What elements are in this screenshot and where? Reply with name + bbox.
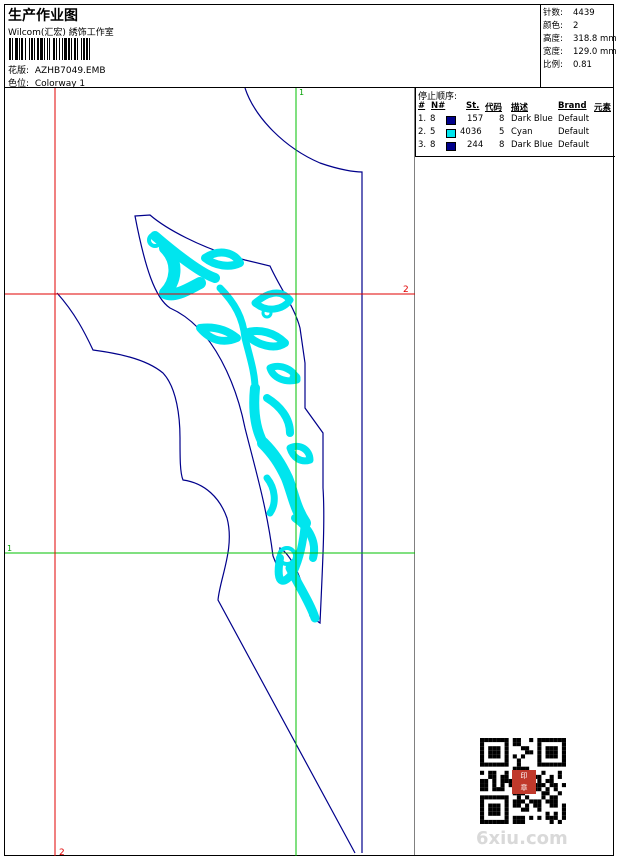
- header-info: 生产作业图 Wilcom(汇宏) 綉饰工作室 花版: AZHB7049.EMB …: [5, 5, 540, 89]
- col-desc: 描述: [511, 103, 529, 113]
- row-num: 2.: [418, 127, 427, 137]
- row-code: 5: [499, 127, 505, 137]
- spec-label: 颜色:: [543, 21, 563, 31]
- table-row: 3. 8 244 8 Dark Blue Default: [416, 140, 615, 153]
- spec-scale: 比例: 0.81: [543, 58, 592, 70]
- design-file-row: 花版: AZHB7049.EMB: [8, 63, 106, 76]
- row-brand: Default: [558, 140, 590, 150]
- row-code: 8: [499, 114, 505, 124]
- row-needle: 8: [430, 140, 436, 150]
- spec-label: 比例:: [543, 60, 563, 70]
- color-swatch: [446, 116, 456, 125]
- stop-sequence-table: # N# St. 代码 描述 Brand 元素 1. 8 157 8 Dark …: [416, 101, 615, 153]
- row-code: 8: [499, 140, 505, 150]
- row-num: 3.: [418, 140, 427, 150]
- design-label: 花版:: [8, 66, 30, 76]
- barcode: [9, 38, 90, 60]
- spec-width: 宽度: 129.0 mm: [543, 45, 617, 57]
- col-element: 元素: [594, 103, 612, 113]
- guide-label-v1: 1: [299, 88, 304, 97]
- spec-value: 0.81: [573, 60, 592, 70]
- spec-value: 318.8 mm: [573, 34, 617, 44]
- row-brand: Default: [558, 127, 590, 137]
- guide-label-h2: 2: [403, 285, 409, 295]
- row-brand: Default: [558, 114, 590, 124]
- row-stitches: 4036: [460, 127, 482, 137]
- guide-label-h1: 1: [7, 544, 12, 553]
- spec-height: 高度: 318.8 mm: [543, 32, 617, 44]
- embroidery-motif: [147, 231, 320, 623]
- spec-label: 针数:: [543, 8, 563, 18]
- spec-value: 4439: [573, 8, 595, 18]
- color-swatch: [446, 142, 456, 151]
- row-needle: 8: [430, 114, 436, 124]
- table-row: 1. 8 157 8 Dark Blue Default: [416, 114, 615, 127]
- color-swatch: [446, 129, 456, 138]
- col-code: 代码: [485, 103, 503, 113]
- studio-name: Wilcom(汇宏) 綉饰工作室: [8, 28, 114, 38]
- row-desc: Cyan: [511, 127, 533, 137]
- row-stitches: 157: [467, 114, 484, 124]
- spec-value: 2: [573, 21, 579, 31]
- row-desc: Dark Blue: [511, 114, 553, 124]
- table-row: 2. 5 4036 5 Cyan Default: [416, 127, 615, 140]
- garment-outline: [56, 88, 363, 854]
- watermark-text: 6xiu.com: [476, 828, 568, 849]
- spec-stitches: 针数: 4439: [543, 6, 595, 18]
- spec-label: 宽度:: [543, 47, 563, 57]
- col-stitches: St.: [466, 101, 480, 111]
- design-canvas: 1 2 1 2: [5, 88, 415, 856]
- spec-colors: 颜色: 2: [543, 19, 578, 31]
- spec-value: 129.0 mm: [573, 47, 617, 57]
- col-needle: N#: [431, 101, 446, 111]
- col-num: #: [418, 101, 426, 111]
- row-desc: Dark Blue: [511, 140, 553, 150]
- row-stitches: 244: [467, 140, 484, 150]
- design-preview: 1 2 1 2: [5, 88, 415, 856]
- stop-sequence-panel: 停止顺序: # N# St. 代码 描述 Brand 元素 1. 8 157 8…: [415, 88, 615, 157]
- guide-label-v2: 2: [59, 848, 65, 856]
- row-num: 1.: [418, 114, 427, 124]
- col-brand: Brand: [558, 101, 587, 111]
- page-title: 生产作业图: [8, 8, 78, 24]
- spec-panel: 针数: 4439 颜色: 2 高度: 318.8 mm 宽度: 129.0 mm 比例:…: [540, 5, 617, 87]
- spec-label: 高度:: [543, 34, 563, 44]
- row-needle: 5: [430, 127, 436, 137]
- design-file-value: AZHB7049.EMB: [34, 66, 106, 76]
- table-header: # N# St. 代码 描述 Brand 元素: [416, 101, 615, 114]
- seal-stamp-icon: 印章: [512, 770, 536, 794]
